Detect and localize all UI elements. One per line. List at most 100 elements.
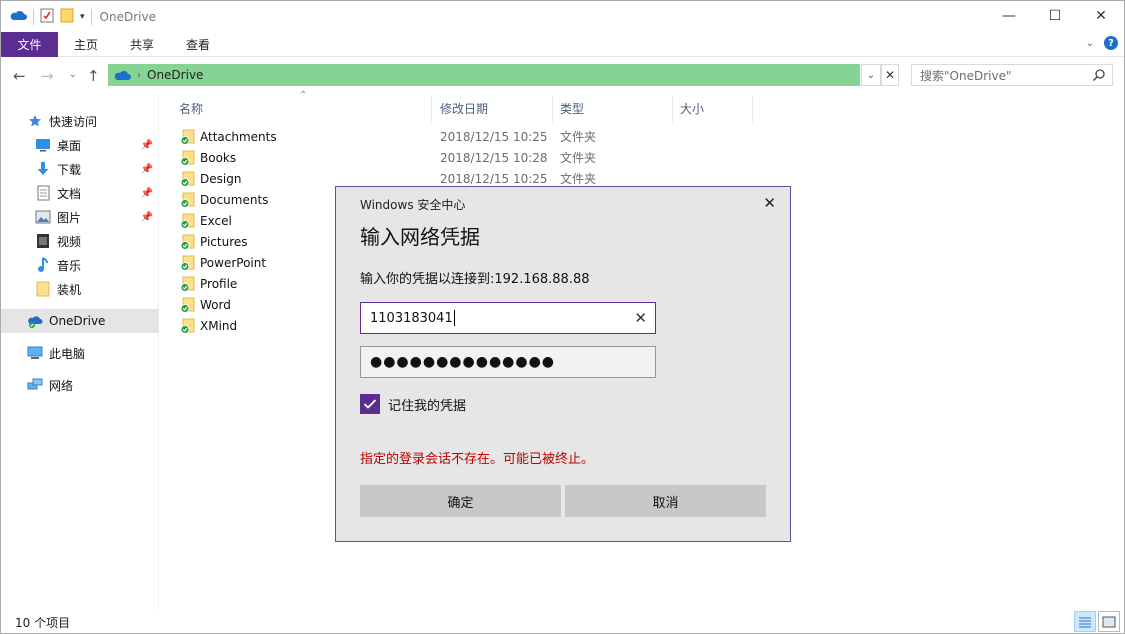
- nav-item-videos[interactable]: 视频: [1, 229, 159, 253]
- password-mask: ●●●●●●●●●●●●●●: [370, 354, 556, 370]
- dialog-description: 输入你的凭据以连接到:192.168.88.88: [360, 272, 590, 287]
- tab-file[interactable]: 文件: [1, 31, 58, 57]
- synced-folder-icon: [180, 297, 196, 313]
- video-icon: [35, 233, 51, 249]
- address-bar[interactable]: › OneDrive: [108, 64, 860, 86]
- column-divider[interactable]: [552, 96, 553, 122]
- caption-buttons: — ☐ ✕: [986, 1, 1124, 31]
- column-divider[interactable]: [752, 96, 753, 122]
- pin-icon[interactable]: 📌: [141, 212, 153, 223]
- details-view-icon[interactable]: [1074, 611, 1096, 632]
- column-divider[interactable]: [431, 96, 432, 122]
- ok-button[interactable]: 确定: [360, 485, 561, 517]
- search-icon[interactable]: [1092, 68, 1106, 85]
- file-date: 2018/12/15 10:25: [440, 129, 548, 144]
- nav-item-pictures[interactable]: 图片 📌: [1, 205, 159, 229]
- pin-icon[interactable]: 📌: [141, 140, 153, 151]
- window-title: OneDrive: [99, 9, 156, 24]
- nav-item-install[interactable]: 装机: [1, 277, 159, 301]
- password-field[interactable]: ●●●●●●●●●●●●●●: [360, 346, 656, 378]
- computer-icon: [27, 345, 43, 361]
- recent-locations-icon[interactable]: ⌄: [69, 70, 77, 80]
- column-divider[interactable]: [672, 96, 673, 122]
- file-name: Design: [200, 171, 242, 186]
- clear-input-icon[interactable]: ✕: [634, 309, 647, 327]
- tab-home[interactable]: 主页: [58, 32, 114, 57]
- file-name: Books: [200, 150, 237, 165]
- star-icon: [27, 113, 43, 129]
- address-clear-button[interactable]: ✕: [881, 64, 899, 86]
- nav-item-downloads[interactable]: 下载 📌: [1, 157, 159, 181]
- toolbar-divider: [33, 8, 34, 25]
- expand-ribbon-icon[interactable]: ⌄: [1086, 38, 1094, 49]
- column-header-type[interactable]: 类型: [560, 100, 584, 117]
- new-folder-icon[interactable]: [60, 7, 74, 26]
- remember-label: 记住我的凭据: [388, 398, 467, 414]
- nav-item-music[interactable]: 音乐: [1, 253, 159, 277]
- large-icons-view-icon[interactable]: [1098, 611, 1120, 632]
- help-icon[interactable]: ?: [1104, 36, 1118, 50]
- properties-icon[interactable]: [40, 7, 54, 26]
- nav-item-onedrive[interactable]: OneDrive: [1, 309, 159, 333]
- dialog-close-icon[interactable]: ✕: [763, 194, 776, 212]
- dialog-header: Windows 安全中心: [360, 198, 466, 212]
- nav-item-network[interactable]: 网络: [1, 373, 159, 397]
- column-header-size[interactable]: 大小: [680, 100, 704, 117]
- column-header-date[interactable]: 修改日期: [440, 100, 488, 117]
- address-dropdown-button[interactable]: ⌄: [861, 64, 881, 86]
- check-icon: [363, 399, 377, 409]
- synced-folder-icon: [180, 276, 196, 292]
- synced-folder-icon: [180, 192, 196, 208]
- error-message: 指定的登录会话不存在。可能已被终止。: [360, 452, 595, 467]
- remember-credentials[interactable]: 记住我的凭据: [360, 394, 466, 414]
- network-icon: [27, 377, 43, 393]
- tab-view[interactable]: 查看: [170, 32, 226, 57]
- column-header-name[interactable]: 名称: [179, 100, 203, 117]
- dialog-title: 输入网络凭据: [360, 225, 480, 249]
- document-icon: [35, 185, 51, 201]
- download-icon: [35, 161, 51, 177]
- remember-checkbox[interactable]: [360, 394, 380, 414]
- credential-dialog: Windows 安全中心 ✕ 输入网络凭据 输入你的凭据以连接到:192.168…: [335, 186, 791, 542]
- breadcrumb-onedrive[interactable]: OneDrive: [147, 68, 203, 82]
- desktop-icon: [35, 137, 51, 153]
- ribbon-tabs: 文件 主页 共享 查看 ⌄ ?: [1, 31, 1124, 57]
- file-name: Pictures: [200, 234, 248, 249]
- file-name: XMind: [200, 318, 238, 333]
- synced-folder-icon: [180, 213, 196, 229]
- file-type: 文件夹: [560, 172, 597, 186]
- pin-icon[interactable]: 📌: [141, 164, 153, 175]
- up-arrow-icon[interactable]: ↑: [87, 67, 100, 85]
- username-field[interactable]: 1103183041 ✕: [360, 302, 656, 334]
- onedrive-icon: [27, 313, 43, 329]
- nav-item-desktop[interactable]: 桌面 📌: [1, 133, 159, 157]
- nav-item-documents[interactable]: 文档 📌: [1, 181, 159, 205]
- close-button[interactable]: ✕: [1078, 1, 1124, 31]
- nav-item-quick-access[interactable]: 快速访问: [1, 109, 159, 133]
- nav-item-this-pc[interactable]: 此电脑: [1, 341, 159, 365]
- file-name: Attachments: [200, 129, 277, 144]
- file-date: 2018/12/15 10:28: [440, 150, 548, 165]
- chevron-right-icon: ›: [137, 69, 141, 81]
- minimize-button[interactable]: —: [986, 1, 1032, 31]
- file-name: Word: [200, 297, 231, 312]
- synced-folder-icon: [180, 129, 196, 145]
- view-switcher: [1074, 611, 1120, 632]
- maximize-button[interactable]: ☐: [1032, 1, 1078, 31]
- tab-share[interactable]: 共享: [114, 32, 170, 57]
- title-bar: ▾ OneDrive — ☐ ✕: [1, 1, 1124, 32]
- item-count: 10 个项目: [15, 616, 71, 630]
- onedrive-icon: [113, 69, 131, 81]
- customize-toolbar-icon[interactable]: ▾: [80, 12, 85, 22]
- search-input[interactable]: 搜索"OneDrive": [911, 64, 1113, 86]
- back-arrow-icon[interactable]: ←: [13, 67, 26, 85]
- text-caret: [453, 310, 455, 326]
- file-date: 2018/12/15 10:25: [440, 171, 548, 186]
- cancel-button[interactable]: 取消: [565, 485, 766, 517]
- explorer-window: ▾ OneDrive — ☐ ✕ 文件 主页 共享 查看 ⌄ ? ← → ⌄ ↑…: [0, 0, 1125, 634]
- forward-arrow-icon[interactable]: →: [41, 67, 54, 85]
- table-row[interactable]: Books 2018/12/15 10:28 文件夹: [177, 147, 777, 168]
- username-value: 1103183041: [370, 310, 453, 326]
- table-row[interactable]: Attachments 2018/12/15 10:25 文件夹: [177, 126, 777, 147]
- pin-icon[interactable]: 📌: [141, 188, 153, 199]
